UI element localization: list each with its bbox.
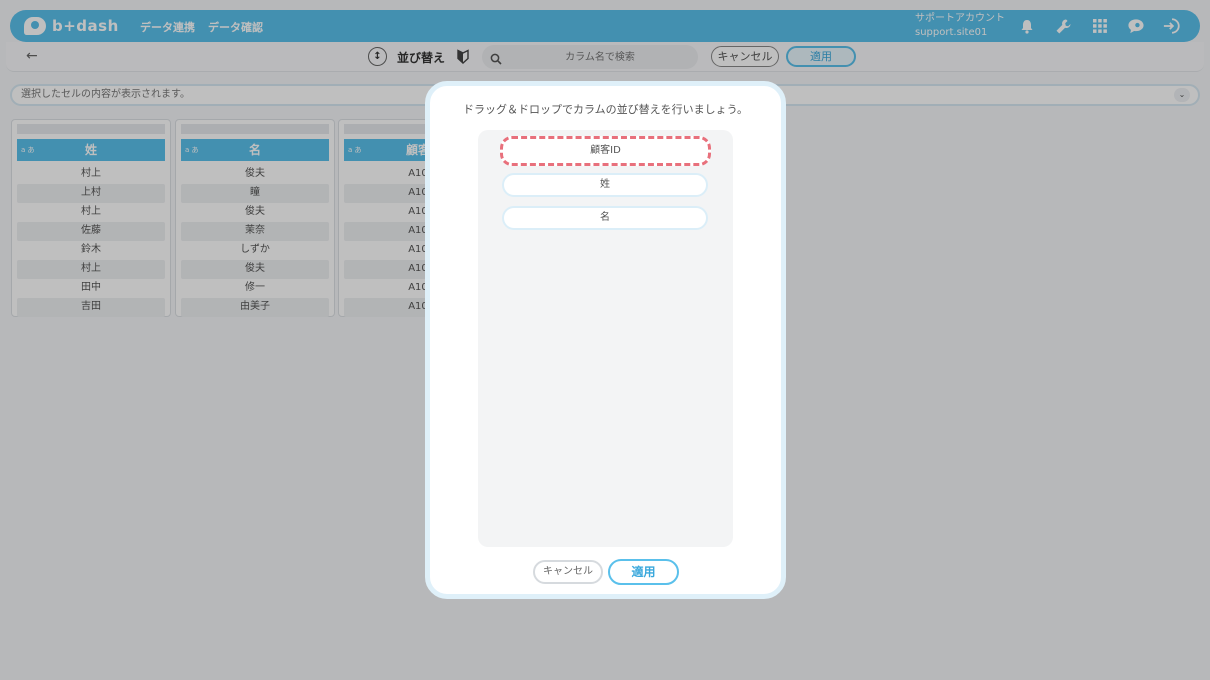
dialog-cancel-button[interactable]: キャンセル: [533, 560, 603, 584]
reorder-columns-dialog: ドラッグ＆ドロップでカラムの並び替えを行いましょう。 顧客ID 姓 名 キャンセ…: [425, 81, 786, 599]
column-drop-area[interactable]: 顧客ID 姓 名: [478, 130, 733, 547]
dialog-instruction: ドラッグ＆ドロップでカラムの並び替えを行いましょう。: [462, 103, 748, 116]
draggable-column-item[interactable]: 顧客ID: [500, 136, 711, 166]
dialog-apply-button[interactable]: 適用: [608, 559, 679, 585]
draggable-column-item[interactable]: 名: [502, 206, 708, 230]
draggable-column-item[interactable]: 姓: [502, 173, 708, 197]
